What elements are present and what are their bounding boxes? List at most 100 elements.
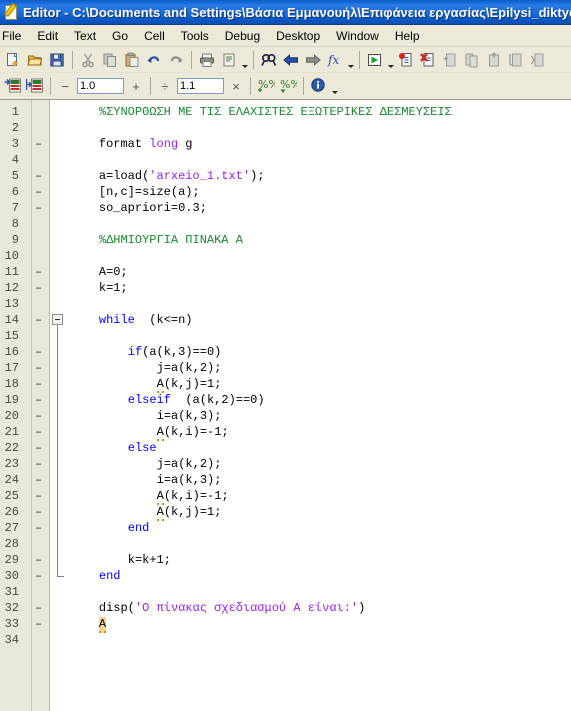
- function-browser-icon[interactable]: fx: [324, 49, 346, 70]
- code-line[interactable]: a=load('arxeio_1.txt');: [99, 168, 265, 184]
- executable-line-marker[interactable]: –: [35, 616, 42, 632]
- executable-line-marker[interactable]: –: [35, 600, 42, 616]
- executable-line-marker[interactable]: –: [35, 264, 42, 280]
- executable-line-marker[interactable]: –: [35, 440, 42, 456]
- eval-cell-advance-icon[interactable]: %%: [277, 76, 299, 97]
- executable-line-marker[interactable]: –: [35, 568, 42, 584]
- code-line[interactable]: [n,c]=size(a);: [99, 184, 200, 200]
- insert-cell-icon[interactable]: [2, 76, 24, 97]
- exit-debug-icon[interactable]: [527, 49, 549, 70]
- code-line[interactable]: i=a(k,3);: [157, 472, 222, 488]
- menu-item-help[interactable]: Help: [387, 27, 428, 45]
- menu-item-text[interactable]: Text: [66, 27, 104, 45]
- menu-item-window[interactable]: Window: [328, 27, 387, 45]
- executable-line-marker[interactable]: –: [35, 344, 42, 360]
- redo-icon[interactable]: [165, 49, 187, 70]
- forward-icon[interactable]: [302, 49, 324, 70]
- code-line[interactable]: A=0;: [99, 264, 128, 280]
- code-line[interactable]: A(k,j)=1;: [156, 376, 221, 393]
- step-icon[interactable]: [439, 49, 461, 70]
- run-icon[interactable]: [364, 49, 386, 70]
- step-in-icon[interactable]: [461, 49, 483, 70]
- divide-cell-value-button[interactable]: ÷: [155, 76, 175, 96]
- executable-line-marker[interactable]: –: [35, 360, 42, 376]
- copy-icon[interactable]: [99, 49, 121, 70]
- code-line[interactable]: if(a(k,3)==0): [128, 344, 222, 360]
- menu-item-debug[interactable]: Debug: [217, 27, 268, 45]
- find-icon[interactable]: [258, 49, 280, 70]
- code-line[interactable]: %ΣΥΝΟΡΘΩΣΗ ΜΕ ΤΙΣ ΕΛΑΧΙΣΤΕΣ ΕΞΩΤΕΡΙΚΕΣ Δ…: [99, 104, 452, 120]
- code-line[interactable]: k=k+1;: [128, 552, 171, 568]
- executable-line-marker[interactable]: –: [35, 312, 42, 328]
- executable-line-marker[interactable]: –: [35, 392, 42, 408]
- paste-icon[interactable]: [121, 49, 143, 70]
- cell-divide-field[interactable]: [177, 78, 224, 94]
- code-line[interactable]: A(k,j)=1;: [156, 504, 221, 521]
- executable-line-marker[interactable]: –: [35, 488, 42, 504]
- menu-item-cell[interactable]: Cell: [136, 27, 173, 45]
- info-dropdown-icon[interactable]: [330, 73, 339, 99]
- code-line[interactable]: so_apriori=0.3;: [99, 200, 207, 216]
- print-preview-icon[interactable]: [218, 49, 240, 70]
- executable-line-marker[interactable]: –: [35, 472, 42, 488]
- executable-line-marker[interactable]: –: [35, 504, 42, 520]
- fold-toggle-icon[interactable]: [52, 314, 63, 325]
- code-line[interactable]: end: [128, 520, 150, 536]
- executable-line-marker[interactable]: –: [35, 408, 42, 424]
- code-editor-area[interactable]: 1 2 3–4 5–6–7–8 9 10 11–12–13 14–15 16–17–18–19–…: [0, 100, 571, 711]
- code-line[interactable]: j=a(k,2);: [157, 456, 222, 472]
- executable-line-marker[interactable]: –: [35, 280, 42, 296]
- set-breakpoint-icon[interactable]: [395, 49, 417, 70]
- code-line[interactable]: elseif (a(k,2)==0): [128, 392, 265, 408]
- cut-icon[interactable]: [77, 49, 99, 70]
- function-browser-dropdown-icon[interactable]: [346, 47, 355, 73]
- step-out-icon[interactable]: [483, 49, 505, 70]
- run-dropdown-icon[interactable]: [386, 47, 395, 73]
- continue-icon[interactable]: [505, 49, 527, 70]
- decrease-cell-value-button[interactable]: −: [55, 76, 75, 96]
- print-icon[interactable]: [196, 49, 218, 70]
- code-line[interactable]: i=a(k,3);: [157, 408, 222, 424]
- code-line[interactable]: A(k,i)=-1;: [156, 424, 229, 441]
- code-line[interactable]: disp('Ο πίνακας σχεδιασμού Α είναι:'): [99, 600, 365, 616]
- executable-line-marker[interactable]: –: [35, 168, 42, 184]
- code-line[interactable]: A: [98, 616, 107, 633]
- print-preview-dropdown-icon[interactable]: [240, 47, 249, 73]
- open-file-icon[interactable]: [24, 49, 46, 70]
- code-token: %ΔΗΜΙΟΥΡΓΙΑ ΠΙΝΑΚΑ Α: [98, 233, 243, 247]
- code-line[interactable]: while (k<=n): [99, 312, 193, 328]
- info-icon[interactable]: [308, 76, 330, 97]
- code-text-area[interactable]: %ΣΥΝΟΡΘΩΣΗ ΜΕ ΤΙΣ ΕΛΑΧΙΣΤΕΣ ΕΞΩΤΕΡΙΚΕΣ Δ…: [68, 100, 571, 711]
- code-line[interactable]: %ΔΗΜΙΟΥΡΓΙΑ ΠΙΝΑΚΑ Α: [99, 232, 243, 248]
- insert-cell-divider-icon[interactable]: [24, 76, 46, 97]
- code-line[interactable]: k=1;: [99, 280, 128, 296]
- executable-line-marker[interactable]: –: [35, 456, 42, 472]
- multiply-cell-value-button[interactable]: ×: [226, 76, 246, 96]
- code-line[interactable]: else: [128, 440, 157, 456]
- save-icon[interactable]: [46, 49, 68, 70]
- menu-item-go[interactable]: Go: [104, 27, 136, 45]
- code-fold-column[interactable]: [50, 100, 68, 711]
- executable-line-marker[interactable]: –: [35, 184, 42, 200]
- new-file-icon[interactable]: [2, 49, 24, 70]
- code-line[interactable]: format long g: [99, 136, 193, 152]
- undo-icon[interactable]: [143, 49, 165, 70]
- menu-item-file[interactable]: File: [0, 27, 29, 45]
- menu-item-tools[interactable]: Tools: [173, 27, 217, 45]
- eval-cell-icon[interactable]: %%: [255, 76, 277, 97]
- executable-line-marker[interactable]: –: [35, 376, 42, 392]
- code-line[interactable]: j=a(k,2);: [157, 360, 222, 376]
- executable-line-marker[interactable]: –: [35, 520, 42, 536]
- executable-line-marker[interactable]: –: [35, 200, 42, 216]
- code-line[interactable]: A(k,i)=-1;: [156, 488, 229, 505]
- executable-line-marker[interactable]: –: [35, 424, 42, 440]
- cell-multiply-field[interactable]: [77, 78, 124, 94]
- menu-item-edit[interactable]: Edit: [29, 27, 66, 45]
- back-icon[interactable]: [280, 49, 302, 70]
- executable-line-marker[interactable]: –: [35, 552, 42, 568]
- increase-cell-value-button[interactable]: +: [126, 76, 146, 96]
- code-line[interactable]: end: [99, 568, 121, 584]
- clear-breakpoints-icon[interactable]: [417, 49, 439, 70]
- menu-item-desktop[interactable]: Desktop: [268, 27, 328, 45]
- executable-line-marker[interactable]: –: [35, 136, 42, 152]
